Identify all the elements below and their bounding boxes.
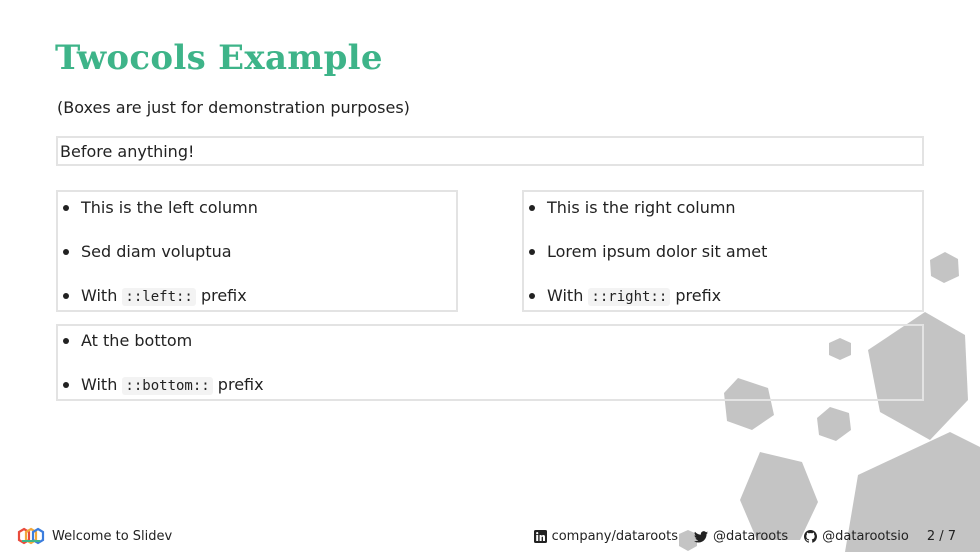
list-item: This is the left column bbox=[58, 194, 258, 238]
right-column-box: This is the right column Lorem ipsum dol… bbox=[522, 190, 924, 312]
item-prefix-text: With bbox=[81, 286, 123, 305]
right-column-list: This is the right column Lorem ipsum dol… bbox=[524, 194, 767, 326]
hexagon-decoration bbox=[817, 407, 851, 441]
top-box-text: Before anything! bbox=[60, 142, 195, 161]
left-column-list: This is the left column Sed diam voluptu… bbox=[58, 194, 258, 326]
hexagon-decoration bbox=[740, 452, 818, 540]
item-suffix-text: prefix bbox=[212, 375, 264, 394]
item-suffix-text: prefix bbox=[195, 286, 247, 305]
list-item: At the bottom bbox=[58, 327, 264, 371]
twitter-icon bbox=[694, 530, 708, 543]
list-item: Lorem ipsum dolor sit amet bbox=[524, 238, 767, 282]
list-item: With ::left:: prefix bbox=[58, 282, 258, 326]
list-item: This is the right column bbox=[524, 194, 767, 238]
presentation-title: Welcome to Slidev bbox=[52, 528, 173, 544]
slide-subtitle: (Boxes are just for demonstration purpos… bbox=[57, 98, 410, 117]
list-item: With ::right:: prefix bbox=[524, 282, 767, 326]
linkedin-handle: company/dataroots bbox=[551, 529, 678, 544]
footer-right: company/dataroots @dataroots @datarootsi… bbox=[518, 529, 956, 544]
page-number: 2 / 7 bbox=[926, 529, 956, 544]
left-column-box: This is the left column Sed diam voluptu… bbox=[56, 190, 458, 312]
inline-code: ::left:: bbox=[122, 288, 196, 306]
item-suffix-text: prefix bbox=[670, 286, 722, 305]
bottom-box: At the bottom With ::bottom:: prefix bbox=[56, 324, 924, 401]
footer-left: Welcome to Slidev bbox=[16, 526, 172, 546]
item-prefix-text: With bbox=[81, 375, 123, 394]
github-handle: @datarootsio bbox=[822, 529, 909, 544]
top-box: Before anything! bbox=[56, 136, 924, 166]
hexagon-decoration bbox=[930, 252, 959, 283]
list-item: With ::bottom:: prefix bbox=[58, 371, 264, 415]
list-item: Sed diam voluptua bbox=[58, 238, 258, 282]
linkedin-link[interactable]: company/dataroots bbox=[533, 529, 678, 544]
github-link[interactable]: @datarootsio bbox=[804, 529, 909, 544]
linkedin-icon bbox=[533, 530, 547, 543]
item-prefix-text: With bbox=[547, 286, 589, 305]
slide-title: Twocols Example bbox=[55, 38, 383, 78]
inline-code: ::right:: bbox=[588, 288, 671, 306]
github-icon bbox=[804, 530, 818, 543]
inline-code: ::bottom:: bbox=[122, 377, 213, 395]
bottom-list: At the bottom With ::bottom:: prefix bbox=[58, 327, 264, 415]
dataroots-logo-icon bbox=[17, 527, 45, 545]
twitter-link[interactable]: @dataroots bbox=[694, 529, 788, 544]
twitter-handle: @dataroots bbox=[713, 529, 789, 544]
